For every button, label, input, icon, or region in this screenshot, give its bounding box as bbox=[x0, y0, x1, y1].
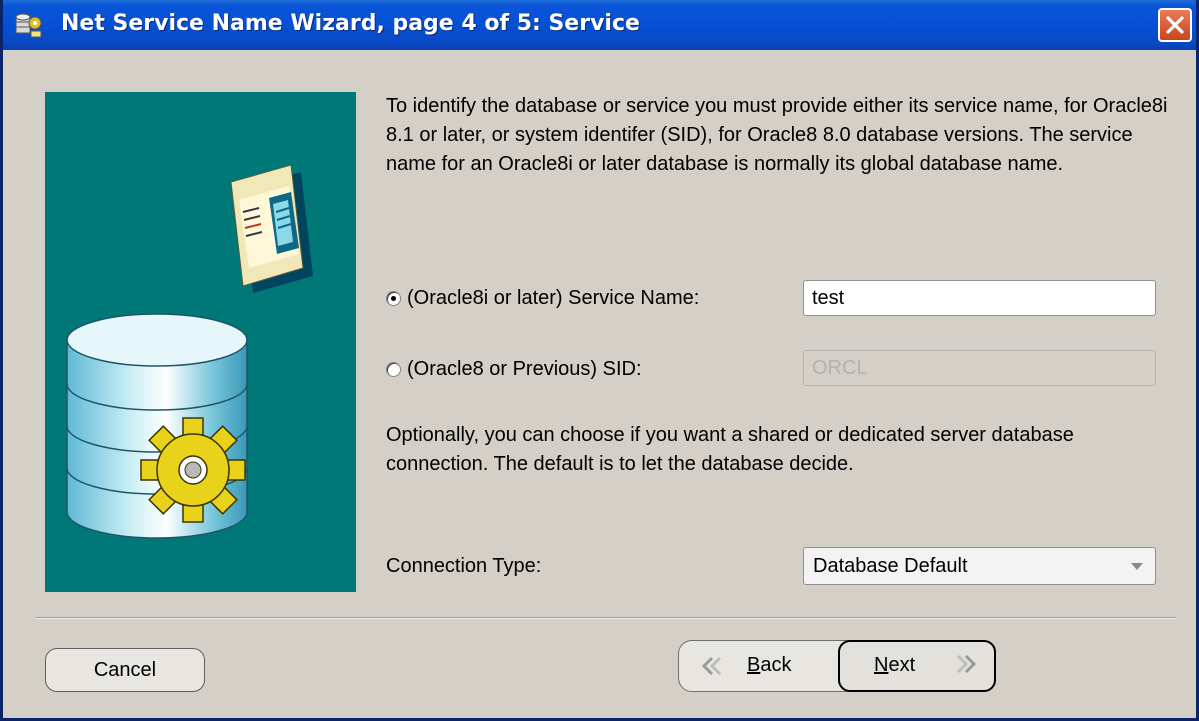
connection-type-select[interactable]: Database Default bbox=[803, 547, 1156, 585]
dialog-client-area: To identify the database or service you … bbox=[3, 50, 1196, 718]
service-name-radio[interactable]: (Oracle8i or later) Service Name: bbox=[386, 283, 699, 313]
cancel-button[interactable]: Cancel bbox=[45, 648, 205, 692]
back-chevron-icon bbox=[701, 656, 722, 676]
sid-input: ORCL bbox=[803, 350, 1156, 386]
back-button-label: Back bbox=[747, 654, 792, 676]
connection-type-label: Connection Type: bbox=[386, 555, 542, 577]
sid-label: (Oracle8 or Previous) SID: bbox=[407, 357, 642, 380]
next-chevron-icon bbox=[956, 654, 977, 674]
service-name-radio-button[interactable] bbox=[386, 290, 401, 306]
close-button[interactable] bbox=[1158, 8, 1192, 42]
next-button-label: Next bbox=[874, 654, 916, 676]
title-bar[interactable]: Net Service Name Wizard, page 4 of 5: Se… bbox=[3, 0, 1196, 50]
wizard-window: Net Service Name Wizard, page 4 of 5: Se… bbox=[0, 0, 1199, 721]
navigation-button-group: Back Next bbox=[678, 640, 996, 692]
dropdown-arrow-icon bbox=[1131, 563, 1143, 570]
service-name-label: (Oracle8i or later) Service Name: bbox=[407, 286, 700, 309]
back-button[interactable]: Back bbox=[689, 645, 839, 687]
service-name-input[interactable]: test bbox=[803, 280, 1156, 316]
next-button[interactable]: Next bbox=[838, 640, 996, 692]
intro-text: To identify the database or service you … bbox=[386, 95, 1168, 175]
divider bbox=[36, 617, 1176, 619]
sid-radio-button[interactable] bbox=[386, 361, 401, 377]
connection-type-value: Database Default bbox=[813, 555, 968, 577]
close-icon bbox=[1166, 16, 1184, 34]
gear-icon bbox=[140, 417, 246, 523]
sid-radio[interactable]: (Oracle8 or Previous) SID: bbox=[386, 354, 642, 384]
document-icon bbox=[230, 164, 313, 293]
window-title: Net Service Name Wizard, page 4 of 5: Se… bbox=[61, 11, 640, 36]
wizard-banner-image bbox=[45, 92, 356, 592]
optional-text: Optionally, you can choose if you want a… bbox=[386, 424, 1074, 475]
app-icon bbox=[15, 13, 42, 38]
